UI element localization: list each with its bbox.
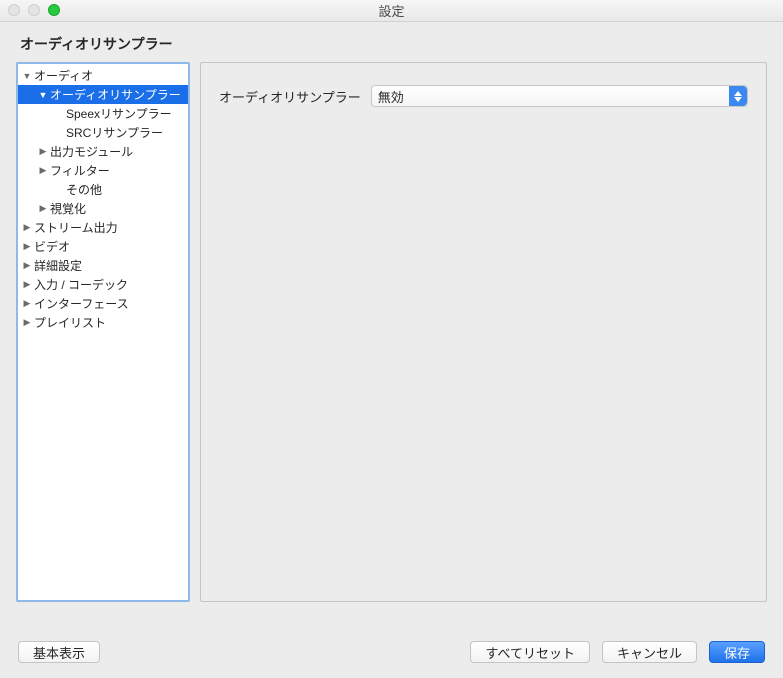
tree-row[interactable]: ▶出力モジュール (18, 142, 188, 161)
chevron-right-icon[interactable]: ▶ (22, 260, 32, 271)
chevron-right-icon[interactable]: ▶ (38, 165, 48, 176)
reset-all-button[interactable]: すべてリセット (470, 641, 590, 663)
tree-row[interactable]: ▶入力 / コーデック (18, 275, 188, 294)
tree-row[interactable]: ▼オーディオ (18, 66, 188, 85)
tree-item-label: 入力 / コーデック (34, 276, 128, 293)
chevron-right-icon[interactable]: ▶ (22, 241, 32, 252)
tree-item-label: SRCリサンプラー (66, 124, 163, 141)
resampler-dropdown-value: 無効 (378, 87, 404, 106)
save-button[interactable]: 保存 (709, 641, 765, 663)
tree-row[interactable]: ▶フィルター (18, 161, 188, 180)
chevron-right-icon[interactable]: ▶ (22, 222, 32, 233)
tree-item-label: 視覚化 (50, 200, 86, 217)
traffic-lights (8, 4, 60, 16)
chevron-right-icon[interactable]: ▶ (22, 317, 32, 328)
tree-row[interactable]: SRCリサンプラー (18, 123, 188, 142)
chevron-right-icon[interactable]: ▶ (22, 279, 32, 290)
chevron-right-icon[interactable]: ▶ (38, 203, 48, 214)
minimize-window-button[interactable] (28, 4, 40, 16)
tree-row[interactable]: ▶視覚化 (18, 199, 188, 218)
tree-item-label: 出力モジュール (50, 143, 133, 160)
footer: 基本表示 すべてリセット キャンセル 保存 (0, 626, 783, 678)
tree-item-label: ストリーム出力 (34, 219, 118, 236)
chevron-down-icon[interactable]: ▼ (38, 90, 48, 100)
chevron-down-icon[interactable]: ▼ (22, 71, 32, 81)
tree-row[interactable]: ▶プレイリスト (18, 313, 188, 332)
chevron-right-icon[interactable]: ▶ (22, 298, 32, 309)
dropdown-arrow-icon (729, 86, 747, 106)
tree-item-label: 詳細設定 (34, 257, 82, 274)
tree-item-label: Speexリサンプラー (66, 105, 172, 122)
tree-item-label: オーディオ (34, 67, 93, 84)
tree-item-label: オーディオリサンプラー (50, 86, 181, 103)
close-window-button[interactable] (8, 4, 20, 16)
resampler-label: オーディオリサンプラー (219, 87, 361, 106)
tree-row[interactable]: ▶インターフェース (18, 294, 188, 313)
tree-row[interactable]: その他 (18, 180, 188, 199)
zoom-window-button[interactable] (48, 4, 60, 16)
tree-item-label: フィルター (50, 162, 110, 179)
tree-item-label: プレイリスト (34, 314, 106, 331)
tree-row[interactable]: ▶ストリーム出力 (18, 218, 188, 237)
resampler-dropdown[interactable]: 無効 (371, 85, 748, 107)
cancel-button[interactable]: キャンセル (602, 641, 697, 663)
tree-row[interactable]: Speexリサンプラー (18, 104, 188, 123)
tree-row[interactable]: ▶ビデオ (18, 237, 188, 256)
tree-row[interactable]: ▶詳細設定 (18, 256, 188, 275)
basic-view-button[interactable]: 基本表示 (18, 641, 100, 663)
content-panel: オーディオリサンプラー 無効 (200, 62, 767, 602)
tree-row[interactable]: ▼オーディオリサンプラー (18, 85, 188, 104)
titlebar: 設定 (0, 0, 783, 22)
chevron-right-icon[interactable]: ▶ (38, 146, 48, 157)
settings-tree[interactable]: ▼オーディオ▼オーディオリサンプラーSpeexリサンプラーSRCリサンプラー▶出… (16, 62, 190, 602)
tree-item-label: その他 (66, 181, 102, 198)
window-title: 設定 (378, 1, 404, 20)
tree-item-label: ビデオ (34, 238, 70, 255)
section-title: オーディオリサンプラー (0, 22, 783, 62)
tree-item-label: インターフェース (34, 295, 129, 312)
